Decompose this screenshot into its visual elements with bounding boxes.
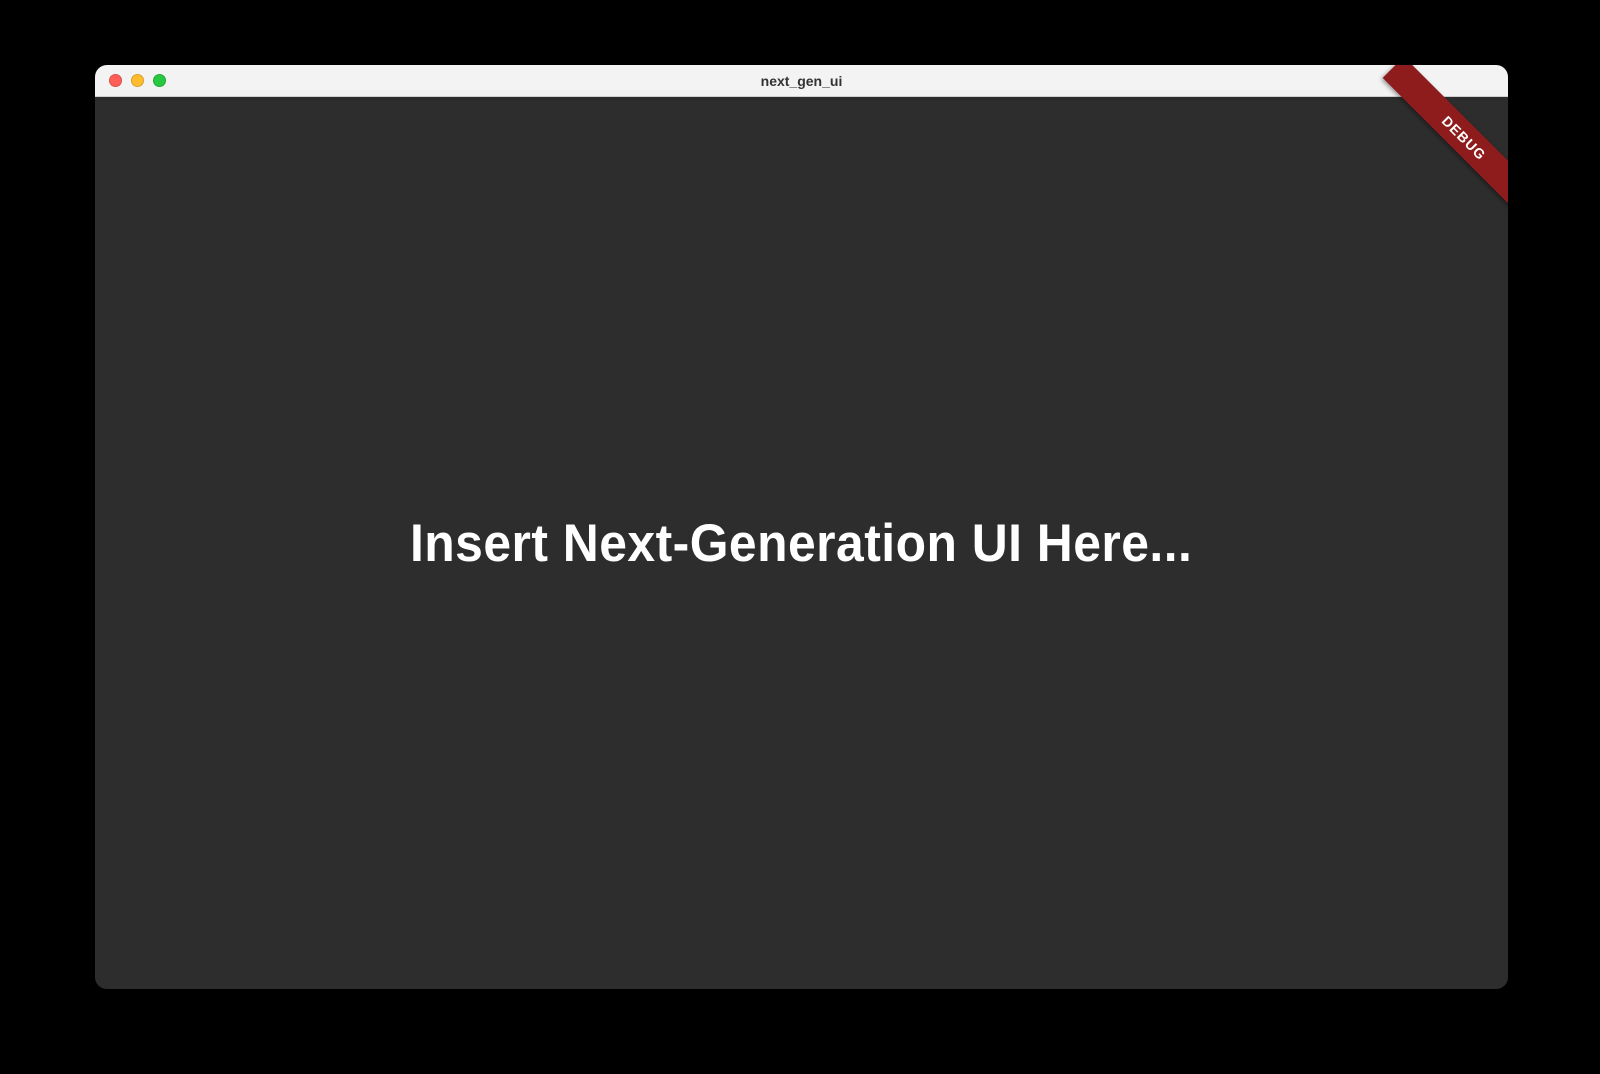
maximize-icon[interactable] [153,74,166,87]
window-controls [95,74,166,87]
app-window: next_gen_ui Insert Next-Generation UI He… [95,65,1508,989]
window-titlebar: next_gen_ui [95,65,1508,97]
app-content: Insert Next-Generation UI Here... DEBUG [95,97,1508,989]
window-title: next_gen_ui [95,73,1508,89]
minimize-icon[interactable] [131,74,144,87]
close-icon[interactable] [109,74,122,87]
placeholder-text: Insert Next-Generation UI Here... [410,513,1192,574]
